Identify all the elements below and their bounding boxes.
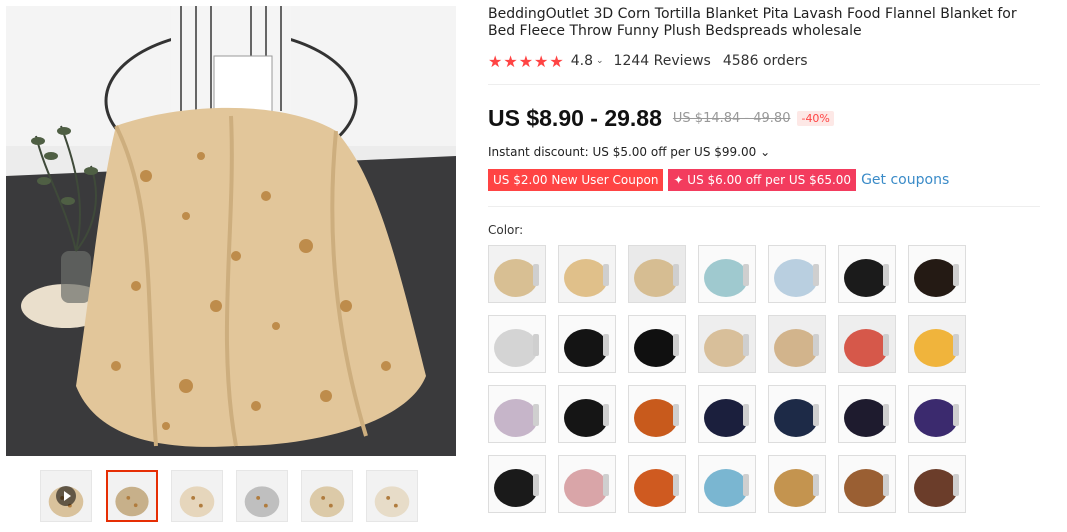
new-user-coupon-button[interactable]: US $2.00 New User Coupon [488, 169, 664, 191]
color-option-chakra-rainbow[interactable] [488, 455, 546, 513]
color-option-native-woman[interactable] [908, 455, 966, 513]
orders-count: 4586 orders [722, 53, 808, 69]
rating-score[interactable]: 4.8 [571, 53, 593, 69]
coupons-row: US $2.00 New User Coupon ✦ US $6.00 off … [488, 169, 949, 191]
color-option-dreamcatcher-blue[interactable] [768, 385, 826, 443]
discount-badge: -40% [797, 110, 834, 126]
color-label: Color: [488, 223, 524, 237]
main-product-image[interactable] [6, 6, 456, 456]
current-price: US $8.90 - 29.88 [488, 104, 662, 131]
divider [488, 206, 1040, 207]
color-option-egypt-pattern[interactable] [768, 455, 826, 513]
color-option-dreamcatcher-dark[interactable] [698, 385, 756, 443]
folded-blanket-thumb-icon[interactable] [301, 470, 353, 522]
color-option-egg[interactable] [908, 315, 966, 373]
store-coupon-button[interactable]: ✦ US $6.00 off per US $65.00 [668, 169, 857, 191]
color-option-compass[interactable] [488, 315, 546, 373]
color-option-black-butterfly[interactable] [838, 245, 896, 303]
color-option-pizza[interactable] [838, 315, 896, 373]
rating-row: ★★★★★ 4.8 ⌄ 1244 Reviews 4586 orders [488, 51, 808, 71]
color-option-unicorn-black[interactable] [558, 385, 616, 443]
color-option-tortilla-round[interactable] [558, 245, 616, 303]
collage-thumb-icon[interactable] [366, 470, 418, 522]
color-option-tortilla-black-bg[interactable] [488, 245, 546, 303]
divider [488, 84, 1040, 85]
color-option-beige-round-b[interactable] [768, 315, 826, 373]
color-option-unicorn-watercolor[interactable] [698, 245, 756, 303]
thumbnail-strip [40, 470, 420, 524]
wrapped-person-thumb-icon[interactable] [236, 470, 288, 522]
color-option-mandala-pastel[interactable] [488, 385, 546, 443]
color-option-black-floral[interactable] [908, 245, 966, 303]
reviews-count-link[interactable]: 1244 Reviews [614, 53, 711, 69]
color-option-skull-floral[interactable] [558, 315, 616, 373]
price-row: US $8.90 - 29.88 US $14.84 - 49.80 -40% [488, 104, 834, 132]
color-option-beige-round-a[interactable] [698, 315, 756, 373]
color-option-galaxy-unicorn[interactable] [908, 385, 966, 443]
instant-discount[interactable]: Instant discount: US $5.00 off per US $9… [488, 145, 770, 159]
color-option-orange-dark-moon[interactable] [628, 455, 686, 513]
color-option-brown-dreamcatcher[interactable] [838, 455, 896, 513]
original-price: US $14.84 - 49.80 [672, 110, 791, 126]
color-option-dolphin-sketch[interactable] [768, 245, 826, 303]
color-option-horses-black[interactable] [628, 315, 686, 373]
color-option-dragonfly[interactable] [838, 385, 896, 443]
chevron-down-icon[interactable]: ⌄ [596, 56, 604, 66]
play-icon[interactable] [56, 486, 76, 506]
color-option-african-woman[interactable] [628, 385, 686, 443]
size-comparison-thumb-icon[interactable] [171, 470, 223, 522]
rating-stars-icon: ★★★★★ [488, 51, 565, 71]
video-thumb-icon[interactable] [40, 470, 92, 522]
color-option-tortilla-person[interactable] [628, 245, 686, 303]
product-title: BeddingOutlet 3D Corn Tortilla Blanket P… [488, 6, 1017, 39]
color-option-floral-pink[interactable] [558, 455, 616, 513]
blanket-chair-thumb-icon[interactable] [106, 470, 158, 522]
color-option-blue-mandala[interactable] [698, 455, 756, 513]
get-coupons-link[interactable]: Get coupons [861, 172, 949, 188]
